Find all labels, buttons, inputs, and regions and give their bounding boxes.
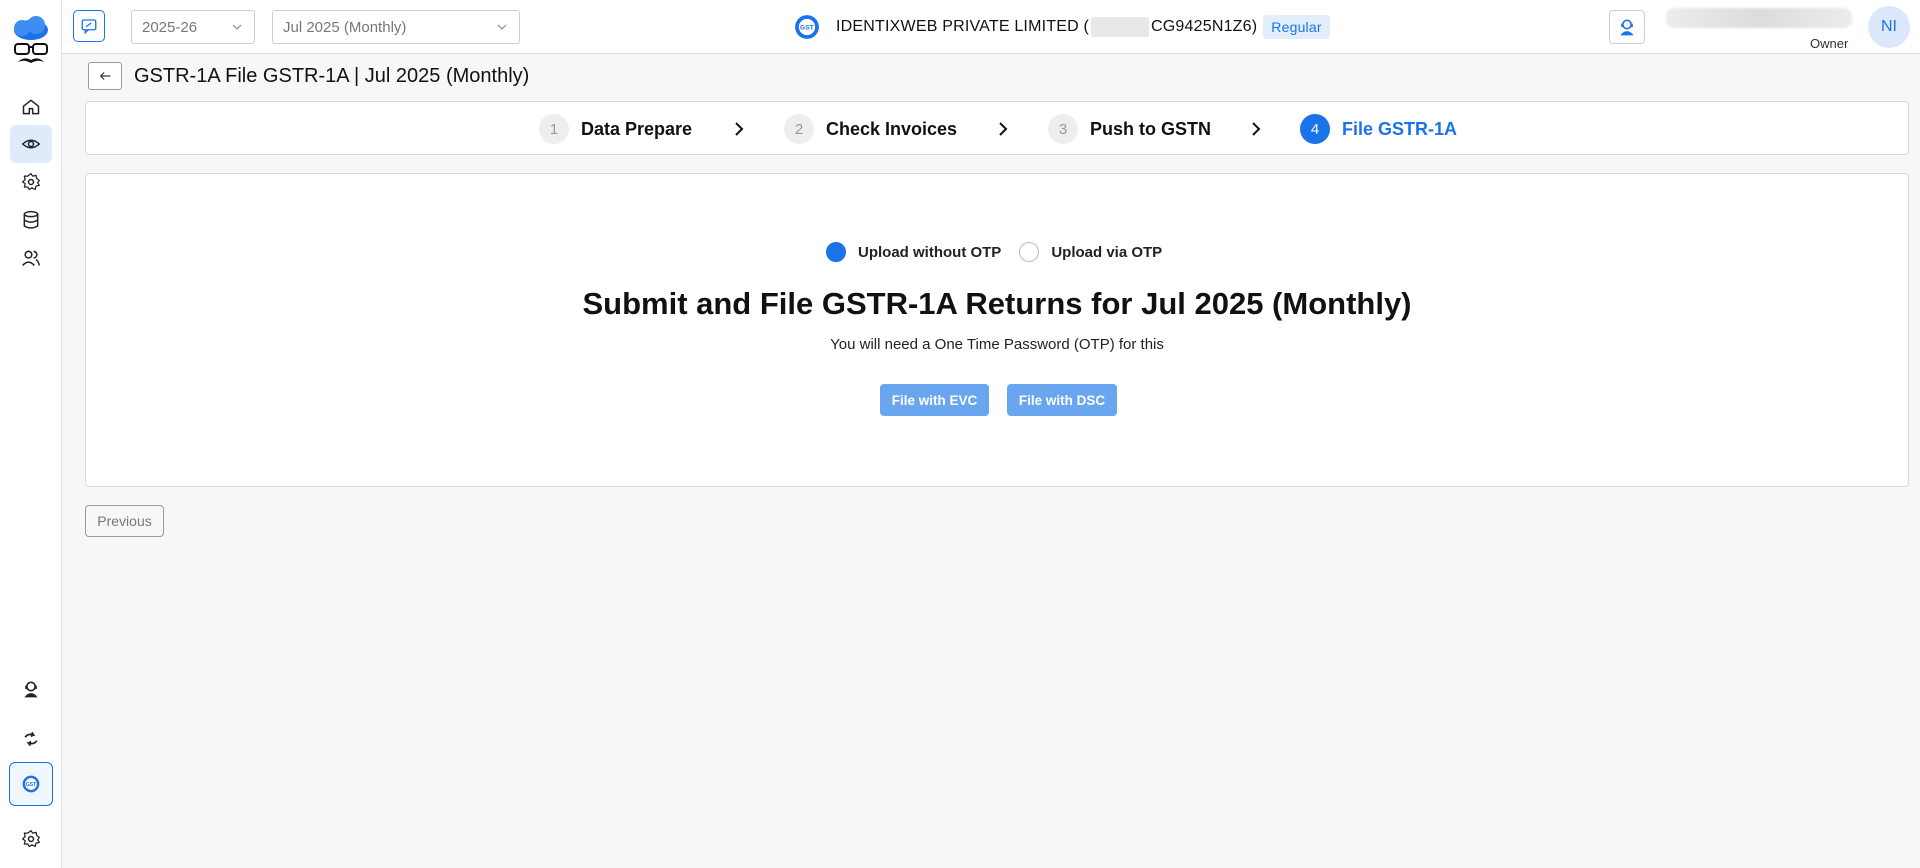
previous-button[interactable]: Previous (85, 505, 164, 537)
feedback-button[interactable] (73, 10, 105, 42)
step-label: Data Prepare (581, 118, 693, 139)
support-button[interactable] (1609, 10, 1645, 44)
period-select[interactable]: Jul 2025 (Monthly) (272, 10, 520, 44)
arrow-left-icon (99, 72, 111, 80)
step-data-prepare[interactable]: 1 Data Prepare (539, 113, 692, 145)
company-name: IDENTIXWEB PRIVATE LIMITED ( (836, 18, 1090, 35)
radio-upload-without-otp[interactable] (826, 242, 846, 262)
sidebar-item-preferences[interactable] (10, 820, 52, 858)
chevron-right-icon (1252, 122, 1261, 136)
sidebar-item-sync[interactable] (10, 720, 52, 758)
redacted-gstin-prefix (1091, 17, 1150, 37)
eye-icon (21, 139, 41, 149)
redacted-user-name (1666, 8, 1852, 28)
chevron-down-icon (497, 24, 507, 30)
stepper: 1 Data Prepare 2 Check Invoices 3 Push t… (85, 101, 1909, 155)
radio-label[interactable]: Upload via OTP (1051, 244, 1162, 261)
chevron-down-icon (232, 24, 242, 30)
step-number: 2 (784, 114, 814, 144)
company-info: GST IDENTIXWEB PRIVATE LIMITED ( CG9425N… (794, 14, 1330, 40)
top-bar: 2025-26 Jul 2025 (Monthly) GST IDENTIXWE… (62, 0, 1920, 54)
users-icon (22, 250, 41, 267)
step-file-gstr-1a[interactable]: 4 File GSTR-1A (1300, 113, 1457, 145)
sidebar-item-view[interactable] (10, 125, 52, 163)
database-icon (23, 210, 39, 229)
app-logo-icon[interactable] (10, 16, 52, 70)
step-label: Check Invoices (826, 118, 958, 139)
file-with-evc-button[interactable]: File with EVC (880, 384, 989, 416)
home-icon (22, 99, 40, 115)
chevron-right-icon (735, 122, 744, 136)
sidebar: GST (0, 0, 62, 868)
user-role: Owner (1810, 36, 1849, 51)
back-button[interactable] (88, 62, 122, 90)
step-number: 3 (1048, 114, 1078, 144)
radio-upload-via-otp[interactable] (1019, 242, 1040, 262)
company-gstin: CG9425N1Z6) (1151, 18, 1258, 35)
step-push-to-gstn[interactable]: 3 Push to GSTN (1048, 113, 1211, 145)
fiscal-year-select[interactable]: 2025-26 (131, 10, 255, 44)
filing-subtext: You will need a One Time Password (OTP) … (830, 336, 1164, 353)
sidebar-item-home[interactable] (10, 88, 52, 126)
gear-icon (22, 830, 40, 848)
step-label: File GSTR-1A (1342, 118, 1458, 139)
avatar[interactable]: NI (1868, 6, 1910, 48)
svg-text:GST: GST (800, 25, 814, 32)
feedback-icon (81, 19, 97, 35)
support-agent-icon (24, 681, 38, 698)
upload-mode-group: Upload without OTP Upload via OTP (826, 242, 1180, 262)
filing-heading: Submit and File GSTR-1A Returns for Jul … (582, 286, 1412, 321)
sidebar-item-database[interactable] (10, 201, 52, 239)
page-header: GSTR-1A File GSTR-1A | Jul 2025 (Monthly… (88, 62, 529, 90)
gst-seal-icon: GST (22, 775, 40, 793)
step-number: 1 (539, 114, 569, 144)
sidebar-item-gst[interactable]: GST (9, 762, 53, 806)
page-title: GSTR-1A File GSTR-1A | Jul 2025 (Monthly… (134, 64, 530, 87)
gst-seal-icon: GST (795, 15, 819, 39)
period-value: Jul 2025 (Monthly) (283, 18, 407, 36)
sidebar-item-settings[interactable] (10, 163, 52, 201)
chevron-right-icon (999, 122, 1008, 136)
sync-icon (24, 731, 38, 747)
step-check-invoices[interactable]: 2 Check Invoices (784, 113, 957, 145)
sidebar-item-users[interactable] (10, 239, 52, 277)
step-label: Push to GSTN (1090, 118, 1211, 139)
fiscal-year-value: 2025-26 (142, 18, 198, 36)
step-number: 4 (1300, 114, 1330, 144)
svg-text:GST: GST (26, 782, 36, 788)
company-type-badge: Regular (1263, 15, 1330, 39)
gear-icon (22, 173, 40, 191)
radio-label[interactable]: Upload without OTP (858, 244, 1001, 261)
support-agent-icon (1620, 19, 1634, 36)
sidebar-item-support[interactable] (10, 670, 52, 708)
filing-card: Upload without OTP Upload via OTP Submit… (85, 173, 1909, 487)
file-with-dsc-button[interactable]: File with DSC (1007, 384, 1117, 416)
